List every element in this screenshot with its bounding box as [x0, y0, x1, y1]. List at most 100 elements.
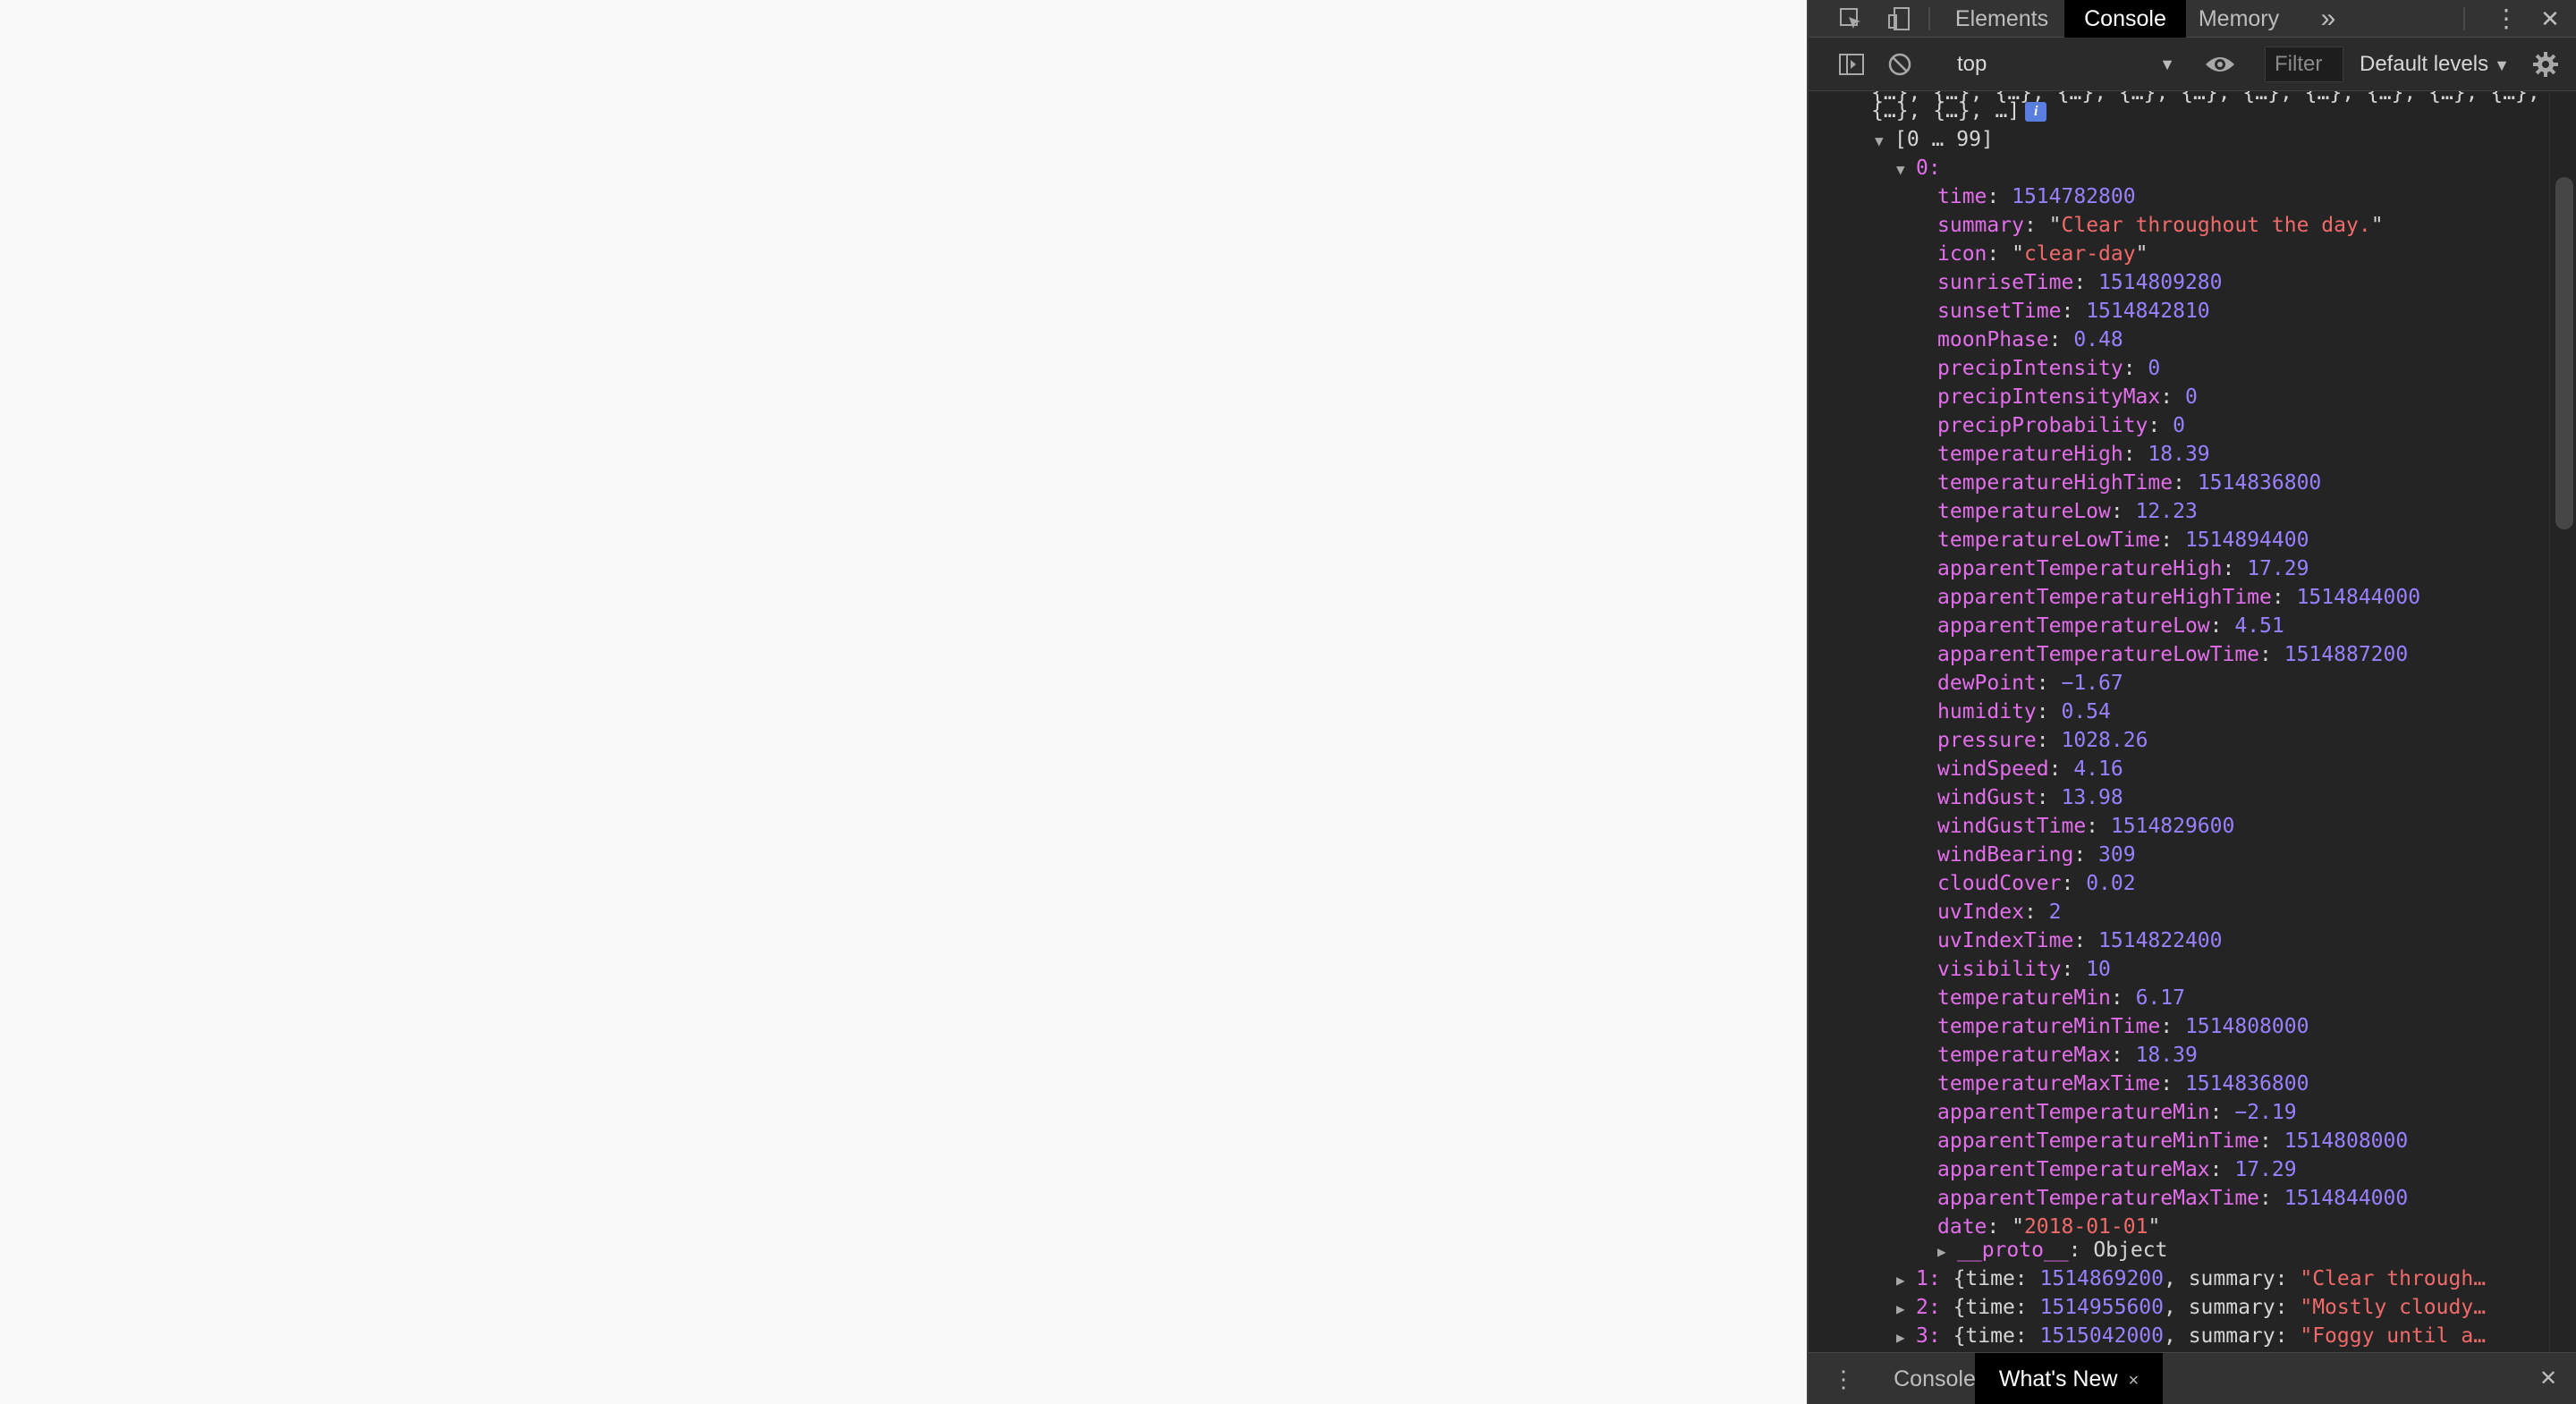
- property-value: 18.39: [2148, 443, 2210, 466]
- property-key: apparentTemperatureMaxTime: [1937, 1187, 2260, 1210]
- property-apparentTemperatureLowTime: apparentTemperatureLowTime: 1514887200: [1937, 643, 2409, 666]
- live-expression-eye-icon[interactable]: [2202, 50, 2238, 79]
- property-value: Clear throughout the day.: [2061, 214, 2371, 237]
- tabbar-divider: [1928, 7, 1930, 30]
- console-output[interactable]: {…}, {…}, {…}, {…}, {…}, {…}, {…}, {…}, …: [1809, 91, 2549, 1352]
- row-summary: Foggy until a…: [2312, 1324, 2487, 1348]
- property-value: 0.02: [2086, 872, 2136, 895]
- collapsed-triangle-icon: ▶: [1937, 1243, 1946, 1260]
- tab-console[interactable]: Console: [2064, 0, 2186, 38]
- property-value: 4.51: [2234, 614, 2284, 638]
- row-index: 1: [1916, 1267, 1928, 1290]
- property-icon: icon: "clear-day": [1937, 242, 2148, 266]
- property-value: 13.98: [2061, 786, 2123, 809]
- property-uvIndex: uvIndex: 2: [1937, 901, 2062, 924]
- property-value: 1514894400: [2184, 529, 2309, 552]
- property-key: precipIntensityMax: [1937, 385, 2161, 409]
- property-precipIntensity: precipIntensity: 0: [1937, 357, 2161, 380]
- levels-dropdown-icon: ▼: [2494, 56, 2510, 74]
- property-key: windBearing: [1937, 843, 2074, 867]
- property-value: 1514844000: [2284, 1187, 2409, 1210]
- property-value: 1514836800: [2197, 471, 2322, 495]
- tabbar-divider-right: [2463, 7, 2465, 30]
- collapsed-object-row[interactable]: ▶ 1: {time: 1514869200, summary: "Clear t…: [1896, 1264, 2486, 1293]
- collapsed-triangle-icon: ▶: [1896, 1329, 1905, 1346]
- collapsed-object-row[interactable]: ▶ 3: {time: 1515042000, summary: "Foggy u…: [1896, 1322, 2486, 1350]
- property-key: uvIndex: [1937, 901, 2024, 924]
- close-tab-icon[interactable]: ×: [2128, 1371, 2139, 1391]
- property-key: visibility: [1937, 958, 2062, 981]
- array-preview-line-end: {…}, {…}, …] i: [1871, 97, 2047, 125]
- property-key: apparentTemperatureMax: [1937, 1158, 2210, 1181]
- property-temperatureHighTime: temperatureHighTime: 1514836800: [1937, 471, 2322, 495]
- property-temperatureLowTime: temperatureLowTime: 1514894400: [1937, 529, 2309, 552]
- property-value: 1514822400: [2098, 929, 2223, 952]
- property-value: 4.16: [2073, 757, 2123, 781]
- collapsed-object-row[interactable]: ▶ 2: {time: 1514955600, summary: "Mostly …: [1896, 1293, 2486, 1322]
- property-value: 10: [2086, 958, 2111, 981]
- console-scrollbar[interactable]: [2549, 91, 2576, 1352]
- property-moonPhase: moonPhase: 0.48: [1937, 328, 2123, 351]
- expanded-triangle-icon: ▼: [1896, 161, 1905, 178]
- property-value: −1.67: [2061, 672, 2123, 695]
- info-icon[interactable]: i: [2025, 101, 2047, 122]
- property-value: 1514836800: [2184, 1072, 2309, 1095]
- property-value: 0: [2184, 385, 2198, 409]
- device-toolbar-icon[interactable]: [1885, 5, 1912, 32]
- console-toolbar: top ▼ Default levels ▼: [1809, 38, 2576, 91]
- property-value: 1514887200: [2284, 643, 2409, 666]
- property-value: 0.48: [2073, 328, 2123, 351]
- filter-input[interactable]: [2265, 47, 2343, 82]
- drawer-tab-whats-new[interactable]: What's New ×: [1975, 1353, 2163, 1404]
- show-sidebar-icon[interactable]: [1837, 50, 1866, 79]
- more-tabs-icon[interactable]: »: [2313, 0, 2343, 38]
- property-key: temperatureHigh: [1937, 443, 2123, 466]
- property-value: 18.39: [2135, 1044, 2198, 1067]
- property-value: 17.29: [2247, 557, 2309, 580]
- property-key: uvIndexTime: [1937, 929, 2074, 952]
- property-windGustTime: windGustTime: 1514829600: [1937, 815, 2235, 838]
- property-sunsetTime: sunsetTime: 1514842810: [1937, 300, 2210, 323]
- close-drawer-icon[interactable]: ✕: [2533, 1353, 2563, 1404]
- property-temperatureLow: temperatureLow: 12.23: [1937, 500, 2198, 523]
- property-key: windSpeed: [1937, 757, 2049, 781]
- property-value: 1514829600: [2110, 815, 2235, 838]
- kebab-menu-icon[interactable]: ⋮: [2494, 0, 2519, 38]
- property-time: time: 1514782800: [1937, 185, 2136, 208]
- property-sunriseTime: sunriseTime: 1514809280: [1937, 271, 2223, 294]
- property-key: temperatureMinTime: [1937, 1015, 2161, 1038]
- property-apparentTemperatureMaxTime: apparentTemperatureMaxTime: 1514844000: [1937, 1187, 2409, 1210]
- property-value: 1514782800: [2012, 185, 2136, 208]
- collapsed-triangle-icon: ▶: [1896, 1272, 1905, 1289]
- clear-console-icon[interactable]: [1885, 50, 1914, 79]
- property-key: temperatureMaxTime: [1937, 1072, 2161, 1095]
- property-temperatureMin: temperatureMin: 6.17: [1937, 986, 2185, 1010]
- tab-memory[interactable]: Memory: [2190, 0, 2288, 38]
- property-value: 0: [2148, 357, 2161, 380]
- inspect-element-icon[interactable]: [1837, 5, 1864, 32]
- drawer-menu-icon[interactable]: ⋮: [1832, 1353, 1855, 1404]
- property-temperatureHigh: temperatureHigh: 18.39: [1937, 443, 2210, 466]
- property-humidity: humidity: 0.54: [1937, 700, 2111, 723]
- property-apparentTemperatureMax: apparentTemperatureMax: 17.29: [1937, 1158, 2297, 1181]
- property-key: temperatureMax: [1937, 1044, 2111, 1067]
- property-key: apparentTemperatureMin: [1937, 1101, 2210, 1124]
- property-key: time: [1937, 185, 1987, 208]
- inspected-page-viewport[interactable]: [0, 0, 1807, 1404]
- property-key: humidity: [1937, 700, 2037, 723]
- property-key: temperatureHighTime: [1937, 471, 2174, 495]
- console-settings-gear-icon[interactable]: [2531, 50, 2560, 79]
- property-key: cloudCover: [1937, 872, 2062, 895]
- scrollbar-thumb[interactable]: [2555, 177, 2573, 529]
- execution-context-select[interactable]: top ▼: [1936, 48, 2186, 80]
- array-range-toggle[interactable]: ▼ [0 … 99]: [1875, 125, 1994, 154]
- property-key: sunriseTime: [1937, 271, 2074, 294]
- object-0-toggle[interactable]: ▼ 0:: [1896, 154, 1941, 182]
- property-temperatureMinTime: temperatureMinTime: 1514808000: [1937, 1015, 2309, 1038]
- property-key: temperatureMin: [1937, 986, 2111, 1010]
- proto-toggle[interactable]: ▶ __proto__: Object: [1937, 1236, 2167, 1264]
- tab-elements[interactable]: Elements: [1943, 0, 2061, 38]
- close-devtools-icon[interactable]: ✕: [2535, 0, 2565, 38]
- log-levels-dropdown[interactable]: Default levels ▼: [2342, 48, 2512, 80]
- drawer-tabbar: ⋮ Console What's New × ✕: [1809, 1352, 2576, 1404]
